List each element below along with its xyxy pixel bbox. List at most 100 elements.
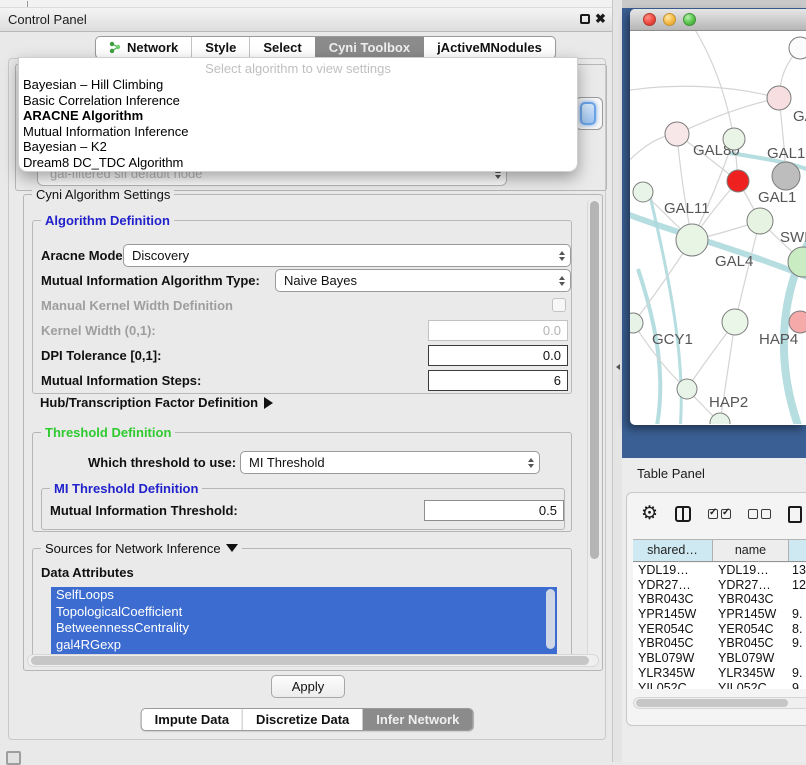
- node-hap2[interactable]: [677, 379, 697, 399]
- table-row[interactable]: YBR045CYBR045C9.: [633, 636, 806, 651]
- data-attributes-label: Data Attributes: [41, 561, 134, 584]
- network-desktop: GALGAL80GAL10GAL1GAL11SWI4GAL4GCY1HAP4YH…: [622, 8, 806, 458]
- tab-style[interactable]: Style: [191, 37, 249, 58]
- network-window-titlebar[interactable]: [630, 9, 806, 31]
- network-window[interactable]: GALGAL80GAL10GAL1GAL11SWI4GAL4GCY1HAP4YH…: [630, 9, 806, 425]
- minimized-panel-icon[interactable]: [6, 751, 21, 765]
- node-y[interactable]: [789, 311, 806, 333]
- dpi-tolerance-input[interactable]: 0.0: [428, 345, 568, 366]
- tab-label: Network: [127, 37, 178, 58]
- new-table-icon[interactable]: [788, 506, 802, 523]
- tab-cyni-toolbox[interactable]: Cyni Toolbox: [315, 37, 423, 58]
- column-header-shared-name[interactable]: shared…: [633, 540, 713, 561]
- algorithm-list: Bayesian – Hill ClimbingBasic Correlatio…: [19, 77, 577, 171]
- table-row[interactable]: YDL19…YDL19…13: [633, 563, 806, 578]
- node-label: GAL4: [715, 253, 753, 270]
- settings-vertical-scrollbar[interactable]: [587, 198, 600, 662]
- column-header-name[interactable]: name: [713, 540, 789, 561]
- attribute-item[interactable]: BetweennessCentrality: [51, 620, 557, 637]
- mi-threshold-definition-group: MI Threshold Definition Mutual Informati…: [41, 488, 565, 530]
- threshold-definition-group: Threshold Definition Which threshold to …: [32, 432, 572, 532]
- network-canvas[interactable]: GALGAL80GAL10GAL1GAL11SWI4GAL4GCY1HAP4YH…: [630, 31, 806, 424]
- select-all-icon[interactable]: [708, 509, 731, 519]
- scrollbar-thumb[interactable]: [636, 699, 788, 707]
- column-header-partial[interactable]: [789, 540, 806, 561]
- zoom-traffic-light[interactable]: [683, 13, 696, 26]
- scrollbar-thumb[interactable]: [590, 201, 599, 559]
- mi-type-combo[interactable]: Naive Bayes: [275, 269, 571, 292]
- network-icon: [109, 41, 122, 54]
- algorithm-option[interactable]: Bayesian – K2: [19, 139, 577, 155]
- tab-discretize-data[interactable]: Discretize Data: [242, 709, 362, 730]
- node-gal80[interactable]: [665, 122, 689, 146]
- node-gal4[interactable]: [676, 224, 708, 256]
- tab-network[interactable]: Network: [96, 37, 191, 58]
- settings-horizontal-scrollbar[interactable]: [27, 654, 599, 667]
- attribute-item[interactable]: TopologicalCoefficient: [51, 604, 557, 621]
- sources-toggle[interactable]: Sources for Network Inference: [41, 541, 242, 556]
- node[interactable]: [772, 162, 800, 190]
- table-horizontal-scrollbar[interactable]: [633, 697, 806, 709]
- panel-splitter[interactable]: [612, 0, 622, 762]
- node[interactable]: [789, 37, 806, 59]
- close-traffic-light[interactable]: [643, 13, 656, 26]
- scrollbar-thumb[interactable]: [31, 656, 589, 665]
- which-threshold-combo[interactable]: MI Threshold: [240, 451, 540, 474]
- table-row[interactable]: YLR345WYLR345W9.: [633, 666, 806, 681]
- aracne-mode-combo[interactable]: Discovery: [123, 244, 571, 267]
- inference-algorithm-combo-fragment[interactable]: [575, 97, 603, 130]
- close-icon[interactable]: ✖: [595, 11, 606, 27]
- node-label: GAL10: [767, 145, 806, 162]
- control-panel-titlebar: Control Panel ✖: [0, 8, 612, 32]
- attribute-item[interactable]: gal4RGexp: [51, 637, 557, 654]
- collapse-left-icon[interactable]: [616, 364, 620, 370]
- table-body[interactable]: YDL19…YDL19…13YDR27…YDR27…12YBR043CYBR04…: [633, 563, 806, 689]
- manual-kernel-checkbox[interactable]: [552, 298, 566, 312]
- top-strip: [0, 0, 612, 8]
- mi-threshold-input[interactable]: 0.5: [424, 500, 564, 521]
- minimize-traffic-light[interactable]: [663, 13, 676, 26]
- float-window-icon[interactable]: [580, 14, 590, 24]
- tab-jactivemnodules[interactable]: jActiveMNodules: [423, 37, 555, 58]
- node-gal[interactable]: [767, 86, 791, 110]
- cyni-algorithm-settings-group: Cyni Algorithm Settings Algorithm Defini…: [23, 194, 603, 671]
- tab-infer-network[interactable]: Infer Network: [362, 709, 472, 730]
- table-row[interactable]: YDR27…YDR27…12: [633, 578, 806, 593]
- table-row[interactable]: YER054CYER054C8.: [633, 622, 806, 637]
- node-hap4[interactable]: [722, 309, 748, 335]
- algorithm-popup: Select algorithm to view settings Bayesi…: [18, 57, 578, 172]
- list-scrollbar[interactable]: [546, 589, 555, 649]
- table-row[interactable]: YBL079WYBL079W: [633, 651, 806, 666]
- node-gcy1[interactable]: [630, 313, 643, 333]
- algorithm-option[interactable]: Mutual Information Inference: [19, 124, 577, 140]
- deselect-all-icon[interactable]: [748, 509, 771, 519]
- node[interactable]: [710, 413, 730, 424]
- node-label: GCY1: [652, 331, 693, 348]
- algorithm-option[interactable]: ARACNE Algorithm: [19, 108, 577, 124]
- table-row[interactable]: YBR043CYBR043C: [633, 592, 806, 607]
- apply-button[interactable]: Apply: [271, 675, 345, 698]
- kernel-width-label: Kernel Width (0,1):: [41, 319, 156, 342]
- tab-select[interactable]: Select: [249, 37, 314, 58]
- algorithm-option[interactable]: Dream8 DC_TDC Algorithm: [19, 155, 577, 171]
- aracne-mode-label: Aracne Mode:: [41, 244, 127, 267]
- node-label: HAP2: [709, 394, 748, 411]
- node-gal10[interactable]: [723, 128, 745, 150]
- gear-icon[interactable]: ⚙: [641, 504, 658, 524]
- table-row[interactable]: YIL052CYIL052C9.: [633, 681, 806, 690]
- algorithm-option[interactable]: Basic Correlation Inference: [19, 93, 577, 109]
- node-gal1[interactable]: [747, 208, 773, 234]
- table-row[interactable]: YPR145WYPR145W9.: [633, 607, 806, 622]
- popup-placeholder: Select algorithm to view settings: [19, 61, 577, 77]
- algorithm-option[interactable]: Bayesian – Hill Climbing: [19, 77, 577, 93]
- node-gal11[interactable]: [633, 182, 653, 202]
- node-label: SWI4: [780, 229, 806, 246]
- mi-steps-input[interactable]: 6: [428, 370, 568, 391]
- attribute-item[interactable]: SelfLoops: [51, 587, 557, 604]
- data-attributes-list[interactable]: SelfLoopsTopologicalCoefficientBetweenne…: [51, 587, 557, 655]
- node[interactable]: [727, 170, 749, 192]
- tab-impute-data[interactable]: Impute Data: [142, 709, 242, 730]
- hub-definition-toggle[interactable]: Hub/Transcription Factor Definition: [40, 395, 273, 410]
- kernel-width-input[interactable]: 0.0: [428, 320, 568, 341]
- columns-icon[interactable]: [675, 506, 691, 522]
